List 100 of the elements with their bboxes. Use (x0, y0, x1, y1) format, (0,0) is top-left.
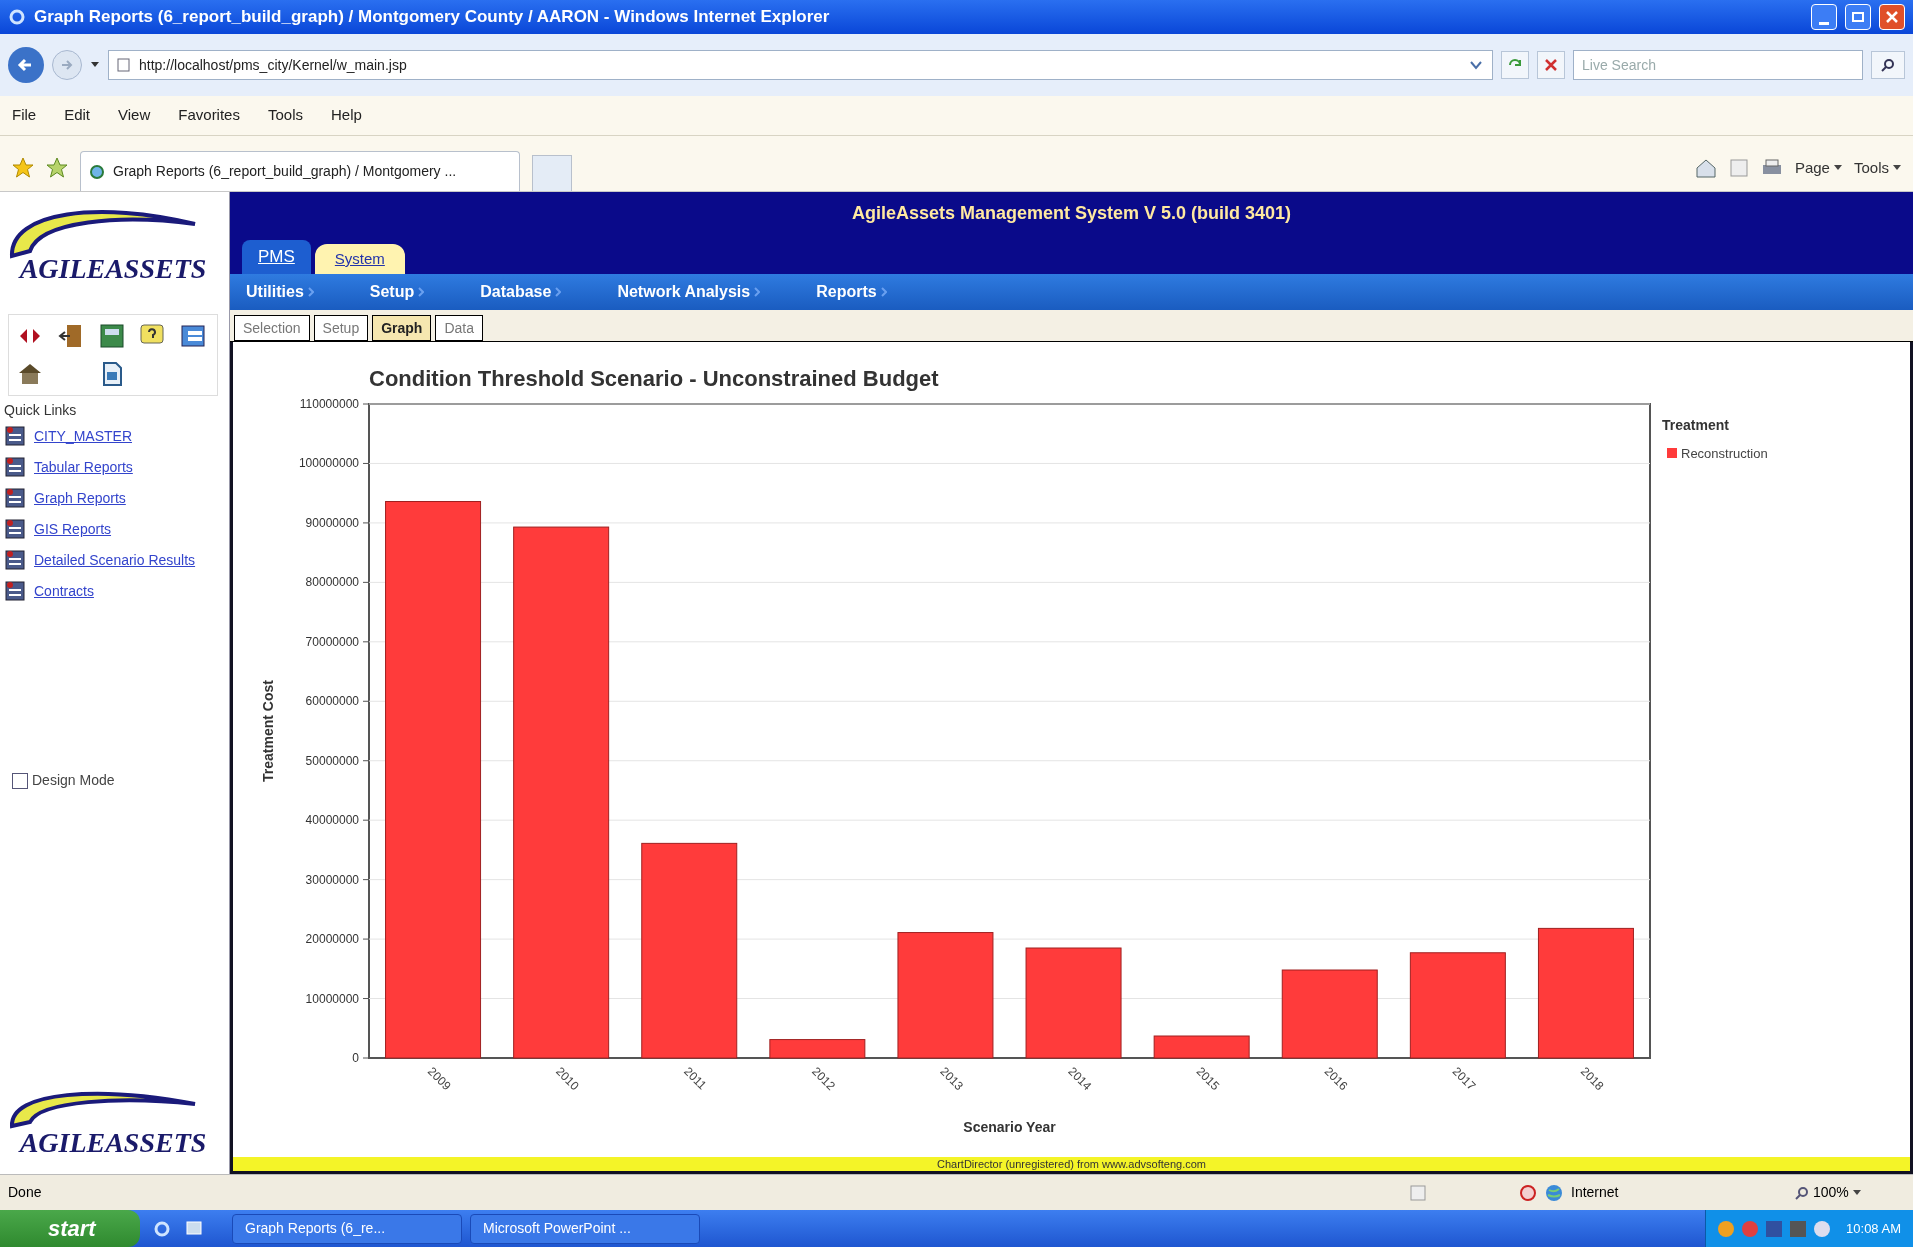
sub-tab[interactable]: Selection (234, 315, 310, 341)
y-tick-label: 110000000 (299, 397, 359, 411)
caret-icon (1833, 164, 1842, 171)
sub-tab[interactable]: Data (435, 315, 483, 341)
table-icon[interactable] (180, 323, 207, 349)
page-icon (117, 58, 131, 72)
add-favorite-icon[interactable] (46, 157, 68, 179)
minimize-button[interactable] (1811, 4, 1837, 30)
y-tick-label: 30000000 (305, 872, 359, 887)
y-tick-label: 50000000 (305, 753, 359, 768)
y-tick-label: 60000000 (305, 694, 359, 709)
logo: AGILEASSETS (0, 196, 226, 306)
refresh-button[interactable] (1501, 51, 1529, 79)
restore-icon (1852, 12, 1864, 22)
y-tick-label: 80000000 (305, 575, 359, 590)
address-field[interactable]: http://localhost/pms_city/Kernel/w_main.jsp (108, 50, 1493, 80)
search-icon (1881, 58, 1895, 72)
command-button[interactable]: Page (1794, 156, 1842, 179)
report-icon (4, 487, 26, 509)
header-banner: AgileAssets Management System V 5.0 (build 3401) PMS System (230, 192, 1913, 274)
browser-tab[interactable]: Graph Reports (6_report_build_graph) / Montgomery ... (80, 151, 520, 191)
quick-link[interactable]: Graph Reports (34, 487, 126, 509)
home-icon[interactable] (1694, 157, 1717, 178)
stop-button[interactable] (1537, 51, 1565, 79)
tray-icon[interactable] (1814, 1220, 1831, 1237)
star-icon[interactable] (12, 157, 34, 179)
chart-credit: ChartDirector (unregistered) from www.advsofteng.com (233, 1157, 1910, 1171)
search-button[interactable] (1871, 51, 1905, 79)
legend-label: Reconstruction (1681, 446, 1768, 461)
menu-item[interactable]: View (118, 104, 151, 127)
tray-icon[interactable] (1790, 1220, 1807, 1237)
nav-item[interactable]: Reports (816, 280, 887, 304)
nav-item[interactable]: Database (480, 280, 562, 304)
logo: AGILEASSETS (0, 1086, 226, 1166)
magnifier-icon (1795, 1185, 1809, 1200)
design-mode-checkbox[interactable]: Design Mode (0, 770, 229, 791)
report-icon (4, 425, 26, 447)
stop-icon (1545, 59, 1557, 71)
start-button[interactable]: start (0, 1210, 140, 1247)
house-icon[interactable] (17, 361, 43, 387)
quick-link[interactable]: GIS Reports (34, 518, 112, 540)
quick-links-title: Quick Links (3, 401, 78, 420)
chevron-icon (754, 287, 761, 297)
y-tick-label: 0 (352, 1051, 359, 1065)
status-text: Done (8, 1183, 43, 1202)
y-tick-label: 90000000 (305, 515, 359, 530)
close-icon (1886, 11, 1898, 23)
caret-icon (1852, 1189, 1861, 1196)
close-button[interactable] (1879, 4, 1905, 30)
menu-item[interactable]: Favorites (178, 104, 240, 127)
sub-tab[interactable]: Setup (313, 315, 369, 341)
quick-link[interactable]: Detailed Scenario Results (34, 549, 196, 571)
zoom-button[interactable]: 100% (1795, 1182, 1905, 1203)
y-tick-label: 70000000 (305, 634, 359, 649)
menu-item[interactable]: File (12, 104, 37, 127)
legend-title: Treatment (1662, 417, 1729, 433)
exit-door-icon[interactable] (57, 323, 84, 349)
zone-label: Internet (1571, 1183, 1619, 1202)
menu-item[interactable]: Edit (64, 104, 91, 127)
restore-button[interactable] (1845, 4, 1871, 30)
report-icon (4, 549, 26, 571)
taskbar-button[interactable]: Graph Reports (6_re... (232, 1213, 462, 1244)
y-axis-title: Treatment Cost (260, 680, 276, 782)
caret-icon (1893, 164, 1901, 171)
report-icon (4, 580, 26, 602)
chevron-icon (418, 287, 425, 297)
report-icon (4, 518, 26, 540)
chevron-icon (555, 287, 562, 297)
chevron-icon (307, 287, 314, 297)
sub-tab[interactable]: Graph (372, 315, 432, 341)
y-tick-label: 40000000 (305, 813, 359, 828)
window-title: Graph Reports (6_report_build_graph) / Montgomery County / AARON - Windows Internet Explorer (34, 6, 831, 29)
minimize-icon (1819, 22, 1829, 25)
module-tab[interactable]: System (314, 244, 405, 274)
chevron-icon (880, 287, 887, 297)
chart-title: Condition Threshold Scenario - Unconstrained Budget (369, 366, 939, 391)
back-button[interactable] (8, 47, 44, 83)
tray-icon[interactable] (1766, 1220, 1783, 1237)
menu-item[interactable]: Tools (267, 104, 303, 127)
nav-item[interactable]: Network Analysis (617, 280, 761, 304)
quick-link[interactable]: CITY_MASTER (34, 425, 132, 447)
y-tick-label: 20000000 (305, 932, 359, 947)
x-axis-title: Scenario Year (963, 1119, 1056, 1135)
quick-link[interactable]: Contracts (34, 580, 94, 602)
y-tick-label: 10000000 (305, 991, 359, 1006)
command-button[interactable]: Tools (1853, 156, 1901, 179)
search-field[interactable]: Live Search (1573, 50, 1863, 80)
menu-item[interactable]: Help (331, 104, 362, 127)
quick-link[interactable]: Tabular Reports (34, 456, 133, 478)
globe-icon (1545, 1183, 1563, 1202)
globe-icon (89, 163, 105, 180)
y-tick-label: 100000000 (298, 456, 359, 471)
module-tab[interactable]: PMS (242, 240, 311, 274)
dropdown-icon[interactable] (90, 61, 100, 69)
nav-item[interactable]: Utilities (246, 280, 314, 304)
forward-button[interactable] (52, 50, 82, 80)
nav-item[interactable]: Setup (369, 280, 425, 304)
clock: 10:08 AM (1846, 1219, 1901, 1238)
report-icon (4, 456, 26, 478)
taskbar-button[interactable]: Microsoft PowerPoint ... (470, 1213, 700, 1244)
